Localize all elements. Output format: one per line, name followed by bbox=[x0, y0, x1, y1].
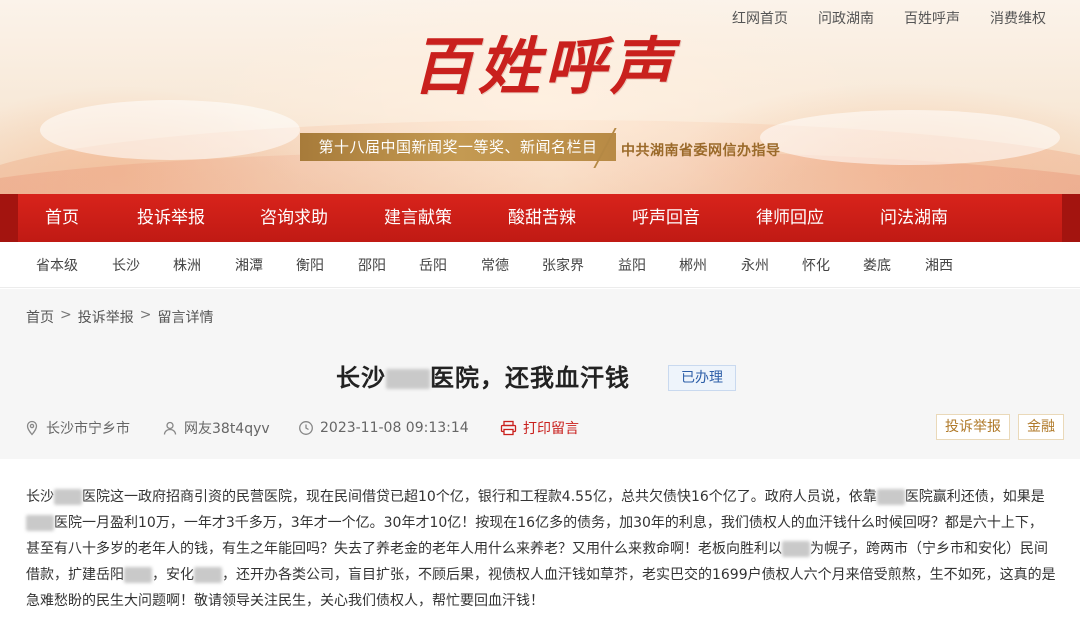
region-item[interactable]: 永州 bbox=[741, 244, 769, 288]
guide-text: 中共湖南省委网信办指导 bbox=[621, 143, 781, 159]
redacted-mask bbox=[782, 541, 810, 557]
message-body: 长沙 医院这一政府招商引资的民营医院，现在民间借贷已超10个亿，银行和工程款4.5… bbox=[26, 489, 1056, 609]
region-item[interactable]: 湘西 bbox=[925, 244, 953, 288]
clock-icon bbox=[298, 420, 314, 436]
region-bar: 省本级 长沙 株洲 湘潭 衡阳 邵阳 岳阳 常德 张家界 益阳 郴州 永州 怀化… bbox=[0, 244, 1080, 288]
nav-item-home[interactable]: 首页 bbox=[45, 194, 79, 242]
top-link-wenzheng[interactable]: 问政湖南 bbox=[818, 8, 874, 28]
redacted-mask bbox=[54, 489, 82, 505]
message-meta: 长沙市宁乡市 网友38t4qyv 2023-11-08 09:13:14 打印留… bbox=[24, 414, 1064, 440]
region-item[interactable]: 长沙 bbox=[112, 244, 140, 288]
redacted-mask bbox=[386, 369, 430, 389]
top-link-consumer[interactable]: 消费维权 bbox=[990, 8, 1046, 28]
tag-list: 投诉举报 金融 bbox=[936, 414, 1064, 440]
nav-item-law[interactable]: 问法湖南 bbox=[880, 194, 948, 242]
region-item[interactable]: 衡阳 bbox=[296, 244, 324, 288]
top-links: 红网首页 问政湖南 百姓呼声 消费维权 bbox=[732, 8, 1046, 28]
printer-icon bbox=[500, 420, 517, 436]
site-logo[interactable]: 百姓呼声 bbox=[412, 36, 676, 98]
location-pin-icon bbox=[24, 420, 40, 436]
redacted-mask bbox=[124, 567, 152, 583]
title-suffix: 医院，还我血汗钱 bbox=[430, 364, 630, 392]
region-item[interactable]: 邵阳 bbox=[358, 244, 386, 288]
top-link-homepage[interactable]: 红网首页 bbox=[732, 8, 788, 28]
award-banner: 第十八届中国新闻奖一等奖、新闻名栏目 bbox=[300, 133, 616, 161]
region-item[interactable]: 郴州 bbox=[679, 244, 707, 288]
region-item[interactable]: 怀化 bbox=[802, 244, 830, 288]
main-nav: 首页 投诉举报 咨询求助 建言献策 酸甜苦辣 呼声回音 律师回应 问法湖南 bbox=[0, 194, 1080, 242]
redacted-mask bbox=[26, 515, 54, 531]
page-title: 长沙 医院，还我血汗钱 bbox=[336, 361, 630, 395]
nav-item-suggest[interactable]: 建言献策 bbox=[384, 194, 452, 242]
nav-item-complaint[interactable]: 投诉举报 bbox=[137, 194, 205, 242]
tag-topic[interactable]: 金融 bbox=[1018, 414, 1064, 440]
meta-datetime: 2023-11-08 09:13:14 bbox=[298, 417, 469, 439]
title-prefix: 长沙 bbox=[336, 364, 386, 392]
print-message-button[interactable]: 打印留言 bbox=[500, 417, 579, 439]
region-item[interactable]: 湘潭 bbox=[235, 244, 263, 288]
region-item[interactable]: 张家界 bbox=[542, 244, 584, 288]
status-badge: 已办理 bbox=[668, 365, 736, 391]
header-banner: 红网首页 问政湖南 百姓呼声 消费维权 百姓呼声 第十八届中国新闻奖一等奖、新闻… bbox=[0, 0, 1080, 194]
user-icon bbox=[162, 420, 178, 436]
breadcrumb-separator: > bbox=[139, 307, 152, 323]
breadcrumb-complaint[interactable]: 投诉举报 bbox=[78, 307, 134, 327]
breadcrumb-home[interactable]: 首页 bbox=[26, 307, 54, 327]
nav-item-lawyer[interactable]: 律师回应 bbox=[756, 194, 824, 242]
nav-item-reply[interactable]: 呼声回音 bbox=[632, 194, 700, 242]
nav-item-consult[interactable]: 咨询求助 bbox=[260, 194, 328, 242]
region-item[interactable]: 省本级 bbox=[36, 244, 78, 288]
region-item[interactable]: 常德 bbox=[481, 244, 509, 288]
message-header: 首页 > 投诉举报 > 留言详情 长沙 医院，还我血汗钱 已办理 长沙市宁乡市 网… bbox=[0, 289, 1080, 459]
redacted-mask bbox=[876, 489, 905, 505]
redacted-mask bbox=[194, 567, 222, 583]
region-item[interactable]: 株洲 bbox=[173, 244, 201, 288]
tag-category[interactable]: 投诉举报 bbox=[936, 414, 1010, 440]
region-item[interactable]: 娄底 bbox=[863, 244, 891, 288]
meta-user: 网友38t4qyv bbox=[162, 417, 270, 439]
banner-cloud bbox=[40, 100, 300, 160]
nav-item-life[interactable]: 酸甜苦辣 bbox=[508, 194, 576, 242]
breadcrumb-current: 留言详情 bbox=[157, 310, 214, 326]
meta-location: 长沙市宁乡市 bbox=[24, 417, 130, 439]
region-item[interactable]: 益阳 bbox=[618, 244, 646, 288]
region-item[interactable]: 岳阳 bbox=[419, 244, 447, 288]
top-link-baixing[interactable]: 百姓呼声 bbox=[904, 8, 960, 28]
breadcrumb: 首页 > 投诉举报 > 留言详情 bbox=[26, 307, 213, 327]
breadcrumb-separator: > bbox=[60, 307, 72, 323]
banner-cloud bbox=[760, 110, 1060, 165]
